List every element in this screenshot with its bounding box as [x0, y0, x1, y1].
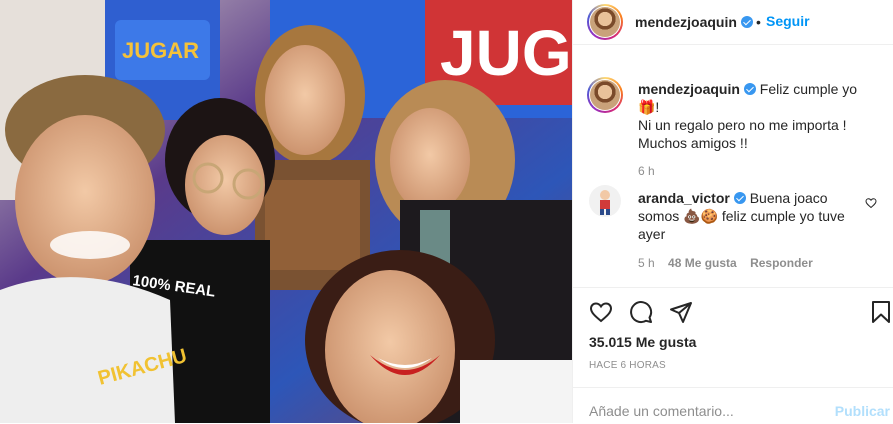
comment-icon[interactable]: [629, 300, 653, 324]
share-icon[interactable]: [669, 300, 693, 324]
comment-time[interactable]: 5 h: [638, 256, 655, 270]
comment-verified-icon: [733, 192, 746, 204]
add-comment-input[interactable]: Añade un comentario...: [589, 403, 734, 419]
caption-verified-icon: [743, 83, 756, 95]
add-comment-bar: Añade un comentario... Publicar: [573, 387, 893, 424]
banner-text-right: JUG: [440, 17, 572, 89]
comment-likes[interactable]: 48 Me gusta: [668, 256, 737, 270]
commenter-avatar-image: [600, 190, 610, 215]
comment-username[interactable]: aranda_victor: [638, 190, 730, 206]
selfie-image: JUGAR JUG 100% REAL PIKACHU: [0, 0, 572, 423]
heart-icon[interactable]: [589, 300, 613, 324]
comments-section: mendezjoaquin Feliz cumple yo 🎁! Ni un r…: [573, 45, 893, 287]
author-avatar[interactable]: [587, 4, 623, 40]
reply-button[interactable]: Responder: [750, 256, 813, 270]
comment-text-3: ayer: [638, 226, 666, 242]
follow-button[interactable]: Seguir: [766, 13, 810, 29]
likes-count[interactable]: 35.015 Me gusta: [589, 334, 696, 350]
comment-heart-icon[interactable]: [865, 197, 877, 209]
comment-line-1: aranda_victor Buena joaco: [638, 189, 868, 207]
caption-text-3: Muchos amigos !!: [638, 135, 748, 151]
banner-text-left: JUGAR: [122, 38, 199, 63]
instagram-post-modal: JUGAR JUG 100% REAL PIKACHU mendezjoaqui…: [0, 0, 893, 423]
comment-text-1: Buena joaco: [749, 190, 828, 206]
author-username[interactable]: mendezjoaquin: [635, 14, 737, 30]
header-separator: •: [756, 14, 761, 30]
posted-time[interactable]: HACE 6 HORAS: [589, 360, 666, 371]
caption-avatar[interactable]: [587, 77, 623, 113]
comment-block: aranda_victor Buena joaco somos 💩🍪 feliz…: [638, 189, 868, 270]
comment-text-2: somos 💩🍪 feliz cumple yo tuve: [638, 208, 845, 224]
caption-time[interactable]: 6 h: [638, 164, 878, 178]
verified-icon: [741, 16, 753, 28]
caption-block: mendezjoaquin Feliz cumple yo 🎁! Ni un r…: [638, 80, 878, 178]
commenter-avatar[interactable]: [589, 185, 621, 217]
publish-button[interactable]: Publicar: [835, 403, 890, 419]
caption-text-2: Ni un regalo pero no me importa !: [638, 117, 847, 133]
post-header: mendezjoaquin • Seguir: [573, 0, 893, 45]
bookmark-icon[interactable]: [869, 300, 893, 324]
caption-username[interactable]: mendezjoaquin: [638, 81, 740, 97]
comment-meta: 5 h 48 Me gusta Responder: [638, 256, 868, 270]
post-sidebar: mendezjoaquin • Seguir mendezjoaquin Fel…: [572, 0, 893, 423]
post-photo[interactable]: JUGAR JUG 100% REAL PIKACHU: [0, 0, 572, 423]
caption-line-1: mendezjoaquin Feliz cumple yo 🎁!: [638, 80, 878, 116]
post-actions: 35.015 Me gusta HACE 6 HORAS: [573, 287, 893, 388]
